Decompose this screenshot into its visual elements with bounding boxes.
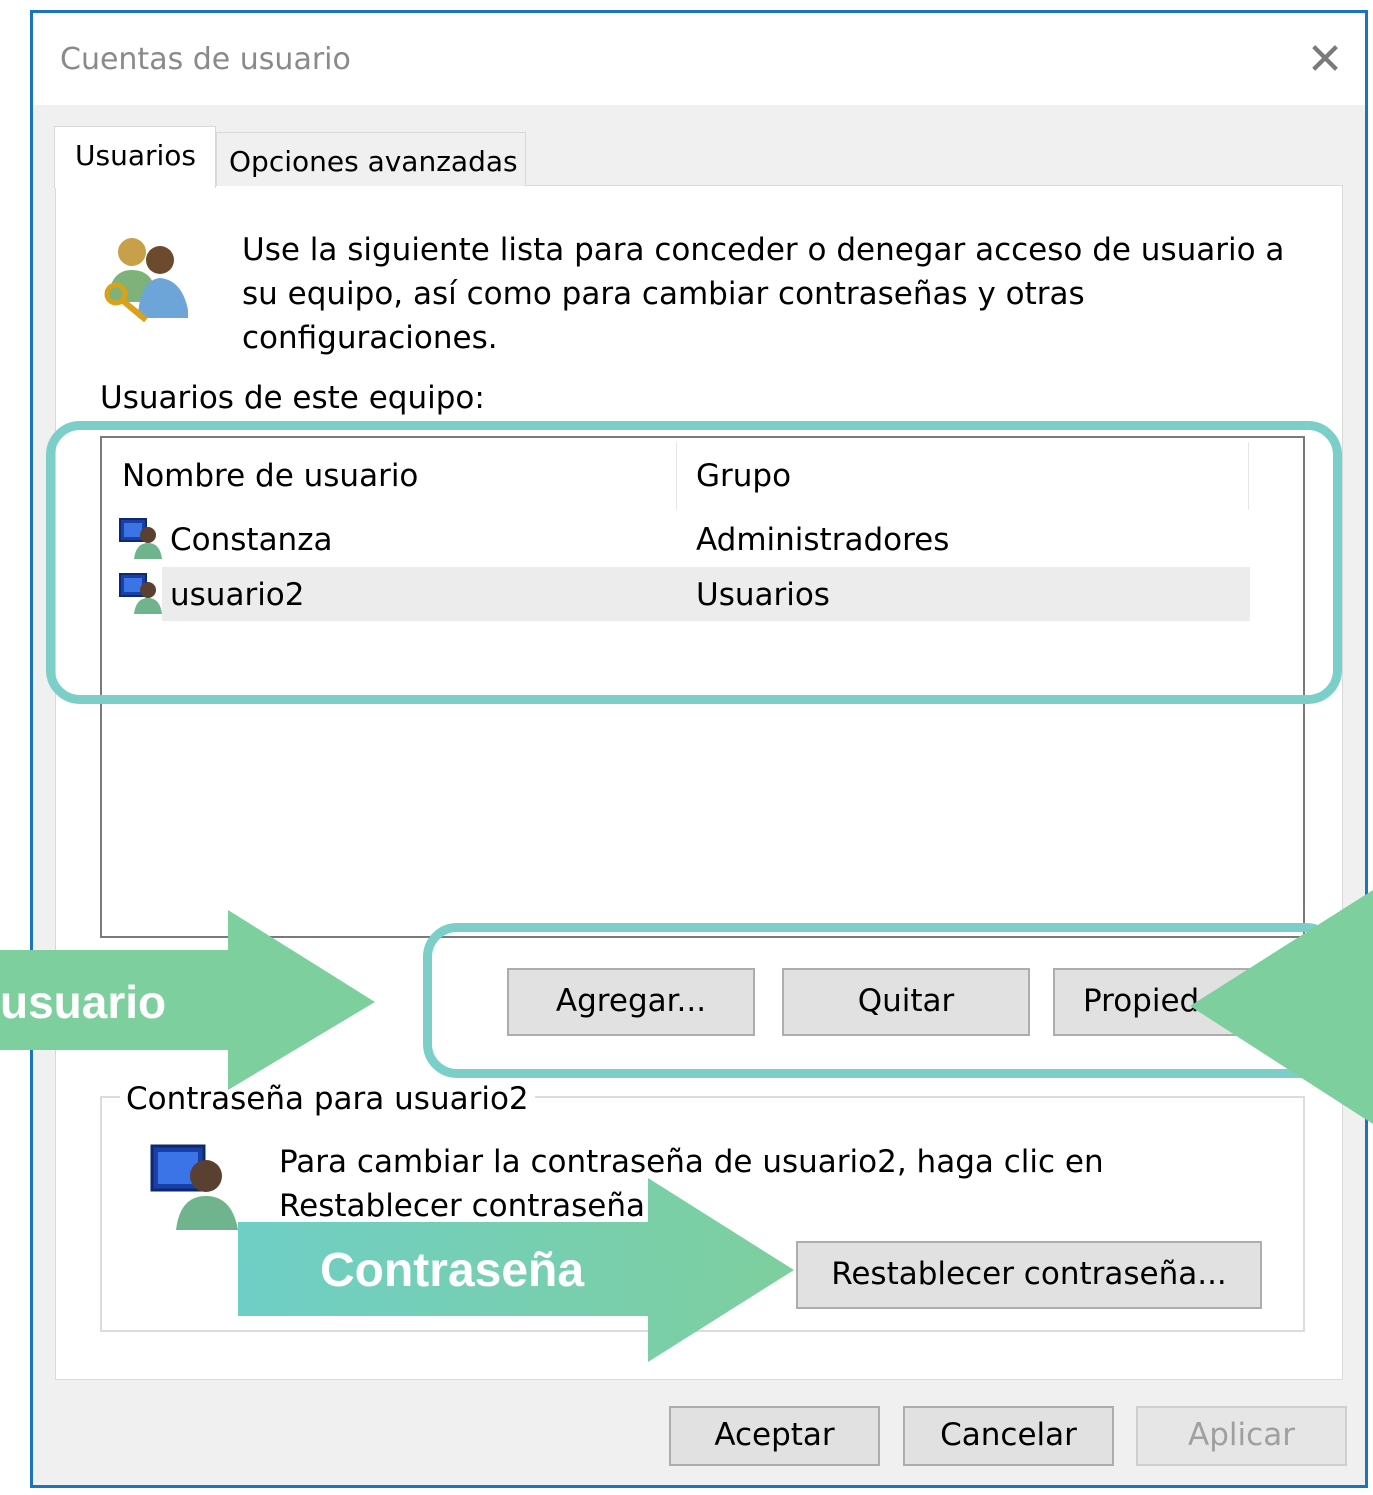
ok-button[interactable]: Aceptar	[669, 1406, 880, 1466]
user-monitor-icon	[150, 1144, 238, 1230]
tab-usuarios[interactable]: Usuarios	[54, 126, 216, 188]
tab-opciones-avanzadas[interactable]: Opciones avanzadas	[216, 132, 526, 186]
close-icon[interactable]: ✕	[1300, 35, 1350, 85]
intro-text: Use la siguiente lista para conceder o d…	[242, 232, 1285, 356]
callout-arrow-properties	[1190, 890, 1373, 1124]
window-title: Cuentas de usuario	[60, 42, 351, 77]
callout-user-label: usuario	[0, 976, 167, 1028]
callout-password-label: Contraseña	[320, 1244, 585, 1297]
highlight-users-list	[46, 421, 1342, 704]
apply-button[interactable]: Aplicar	[1136, 1406, 1347, 1466]
users-keys-icon	[104, 238, 188, 322]
reset-password-button[interactable]: Restablecer contraseña...	[796, 1241, 1262, 1309]
cancel-button[interactable]: Cancelar	[903, 1406, 1114, 1466]
users-list-label: Usuarios de este equipo:	[100, 380, 485, 416]
